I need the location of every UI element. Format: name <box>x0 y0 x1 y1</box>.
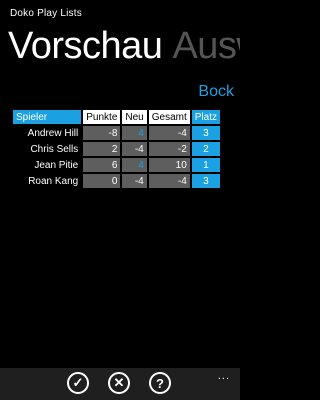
platz-cell: 1 <box>191 158 220 172</box>
player-name: Andrew Hill <box>13 126 82 140</box>
gesamt-cell: 10 <box>148 158 190 172</box>
platz-cell: 2 <box>191 142 220 156</box>
table-row: Roan Kang 0 -4 -4 3 <box>13 174 220 188</box>
cancel-icon[interactable]: ✕ <box>108 372 130 394</box>
header-neu: Neu <box>122 110 147 124</box>
punkte-cell: 0 <box>83 174 121 188</box>
check-icon[interactable]: ✓ <box>67 372 89 394</box>
neu-cell: -4 <box>122 142 147 156</box>
neu-cell: 4 <box>122 126 147 140</box>
neu-cell: 4 <box>122 158 147 172</box>
gesamt-cell: -2 <box>148 142 190 156</box>
platz-cell: 3 <box>191 174 220 188</box>
header-spieler: Spieler <box>13 110 82 124</box>
score-table: Spieler Punkte Neu Gesamt Platz Andrew H… <box>11 108 222 190</box>
pivot-header: VorschauAusw <box>8 24 240 68</box>
table-row: Andrew Hill -8 4 -4 3 <box>13 126 220 140</box>
gesamt-cell: -4 <box>148 126 190 140</box>
header-gesamt: Gesamt <box>148 110 190 124</box>
pivot-item-auswertung[interactable]: Ausw <box>172 25 240 67</box>
gesamt-cell: -4 <box>148 174 190 188</box>
bock-link[interactable]: Bock <box>198 83 234 101</box>
table-row: Jean Pitie 6 4 10 1 <box>13 158 220 172</box>
player-name: Roan Kang <box>13 174 82 188</box>
table-header-row: Spieler Punkte Neu Gesamt Platz <box>13 110 220 124</box>
app-title: Doko Play Lists <box>10 8 82 19</box>
header-punkte: Punkte <box>83 110 121 124</box>
pivot-item-vorschau[interactable]: Vorschau <box>8 25 163 67</box>
platz-cell: 3 <box>191 126 220 140</box>
help-icon[interactable]: ? <box>149 372 171 394</box>
neu-cell: -4 <box>122 174 147 188</box>
player-name: Chris Sells <box>13 142 82 156</box>
header-platz: Platz <box>191 110 220 124</box>
more-options-icon[interactable]: ... <box>218 370 230 382</box>
player-name: Jean Pitie <box>13 158 82 172</box>
app-bar: ✓ ✕ ? ... <box>0 368 240 400</box>
punkte-cell: -8 <box>83 126 121 140</box>
table-row: Chris Sells 2 -4 -2 2 <box>13 142 220 156</box>
punkte-cell: 2 <box>83 142 121 156</box>
punkte-cell: 6 <box>83 158 121 172</box>
